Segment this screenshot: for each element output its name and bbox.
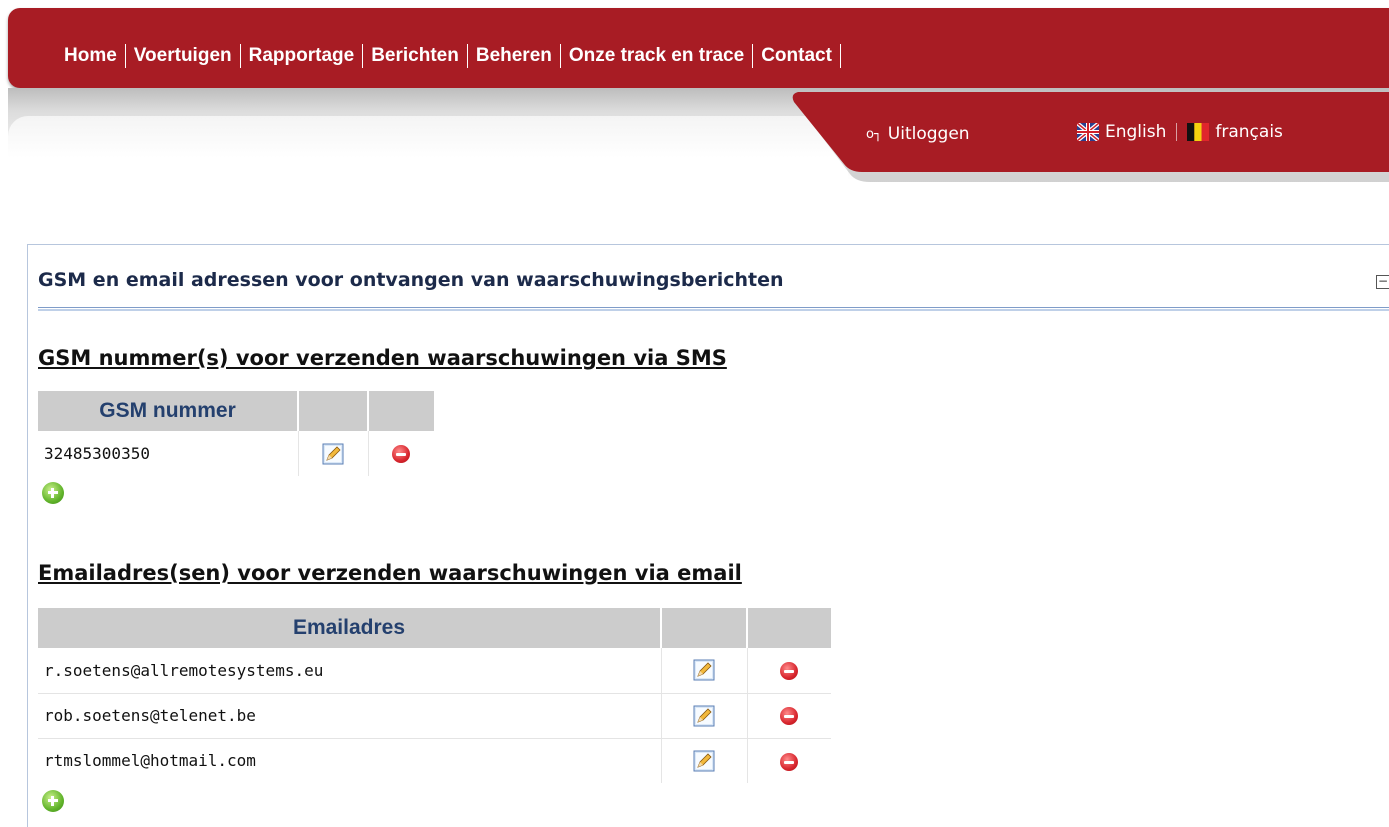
email-address: rtmslommel@hotmail.com bbox=[38, 738, 662, 783]
belgium-flag-icon[interactable] bbox=[1187, 123, 1210, 141]
sms-delete-column-header bbox=[368, 391, 434, 431]
email-edit-cell bbox=[661, 693, 748, 739]
email-edit-cell bbox=[661, 738, 748, 783]
nav-berichten[interactable]: Berichten bbox=[371, 45, 459, 67]
edit-icon[interactable] bbox=[693, 705, 715, 727]
delete-icon[interactable] bbox=[392, 445, 411, 464]
email-table: Emailadres r.soetens@allremotesystems.eu bbox=[38, 608, 831, 783]
uk-flag-icon[interactable] bbox=[1075, 121, 1101, 143]
sms-edit-cell bbox=[298, 431, 369, 476]
email-column-header: Emailadres bbox=[38, 608, 662, 648]
email-edit-cell bbox=[661, 648, 748, 694]
lang-english[interactable]: English bbox=[1105, 122, 1166, 142]
sms-number: 32485300350 bbox=[38, 431, 299, 476]
delete-icon[interactable] bbox=[780, 662, 799, 680]
nav-contact[interactable]: Contact bbox=[761, 45, 832, 67]
email-delete-cell bbox=[747, 693, 831, 739]
edit-icon[interactable] bbox=[322, 443, 344, 465]
logout-label: Uitloggen bbox=[887, 124, 970, 144]
nav-separator bbox=[362, 44, 364, 68]
language-switcher: English français bbox=[1075, 121, 1283, 143]
nav-separator bbox=[466, 44, 468, 68]
logout-link[interactable]: o┐ Uitloggen bbox=[866, 124, 970, 144]
nav-separator bbox=[239, 44, 241, 68]
email-edit-column-header bbox=[661, 608, 748, 648]
nav-home[interactable]: Home bbox=[64, 45, 117, 67]
nav-separator bbox=[124, 44, 126, 68]
nav-separator bbox=[559, 44, 561, 68]
sms-edit-column-header bbox=[298, 391, 369, 431]
nav-beheren[interactable]: Beheren bbox=[476, 45, 552, 67]
sms-table: GSM nummer 32485300350 bbox=[38, 391, 434, 476]
nav-separator bbox=[839, 44, 841, 68]
delete-icon[interactable] bbox=[780, 707, 799, 726]
add-icon[interactable] bbox=[42, 482, 64, 504]
nav-rapportage[interactable]: Rapportage bbox=[249, 45, 355, 67]
table-row: rob.soetens@telenet.be bbox=[38, 693, 831, 739]
lang-separator bbox=[1176, 123, 1178, 141]
email-delete-cell bbox=[747, 738, 831, 783]
header-white-tab bbox=[8, 116, 848, 186]
sms-section-title: GSM nummer(s) voor verzenden waarschuwin… bbox=[38, 346, 727, 370]
sms-delete-cell bbox=[368, 431, 434, 476]
email-delete-column-header bbox=[747, 608, 831, 648]
email-section-title: Emailadres(sen) voor verzenden waarschuw… bbox=[38, 561, 742, 585]
edit-icon[interactable] bbox=[693, 659, 715, 681]
collapse-icon[interactable]: − bbox=[1376, 275, 1389, 289]
table-row: r.soetens@allremotesystems.eu bbox=[38, 648, 831, 694]
sms-column-header: GSM nummer bbox=[38, 391, 299, 431]
email-address: rob.soetens@telenet.be bbox=[38, 693, 662, 739]
nav-voertuigen[interactable]: Voertuigen bbox=[134, 45, 232, 67]
delete-icon[interactable] bbox=[780, 752, 799, 771]
edit-icon[interactable] bbox=[693, 750, 715, 772]
table-row: rtmslommel@hotmail.com bbox=[38, 738, 831, 783]
add-icon[interactable] bbox=[42, 790, 64, 812]
key-icon: o┐ bbox=[866, 126, 882, 142]
panel-title: GSM en email adressen voor ontvangen van… bbox=[38, 269, 784, 291]
panel-divider bbox=[38, 307, 1389, 311]
email-delete-cell bbox=[747, 648, 831, 694]
lang-francais[interactable]: français bbox=[1215, 122, 1283, 142]
top-nav-bar: Home Voertuigen Rapportage Berichten Beh… bbox=[8, 8, 1389, 88]
nav-separator bbox=[752, 44, 754, 68]
nav-track-trace[interactable]: Onze track en trace bbox=[569, 45, 744, 67]
email-address: r.soetens@allremotesystems.eu bbox=[38, 648, 662, 694]
table-row: 32485300350 bbox=[38, 431, 434, 476]
main-nav: Home Voertuigen Rapportage Berichten Beh… bbox=[64, 44, 849, 68]
